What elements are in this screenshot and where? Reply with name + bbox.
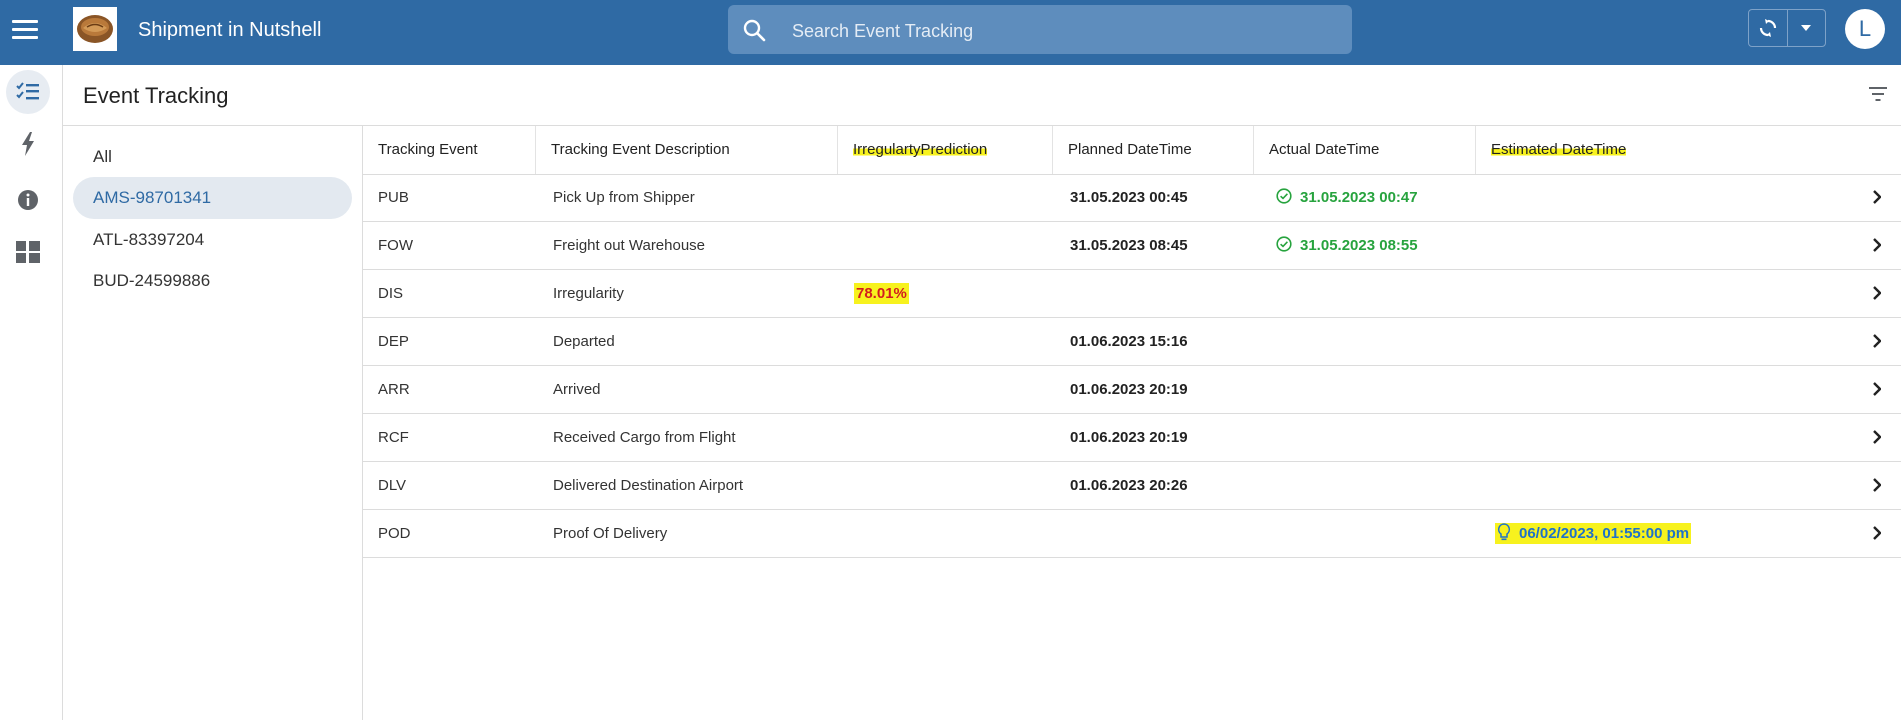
chevron-right-icon[interactable]	[1872, 382, 1882, 401]
event-description: Proof Of Delivery	[553, 525, 668, 542]
table-row[interactable]: DEP Departed 01.06.2023 15:16	[363, 318, 1901, 366]
actual-datetime: 31.05.2023 08:55	[1300, 237, 1418, 254]
top-app-bar: Shipment in Nutshell L	[0, 0, 1901, 65]
event-description: Arrived	[553, 381, 601, 398]
refresh-icon	[1759, 19, 1777, 37]
column-header-description[interactable]: Tracking Event Description	[536, 126, 838, 174]
search-bar[interactable]	[728, 5, 1352, 54]
chevron-right-icon[interactable]	[1872, 526, 1882, 545]
table-header: Tracking Event Tracking Event Descriptio…	[363, 126, 1901, 175]
actual-datetime-cell: 31.05.2023 08:55	[1276, 222, 1418, 269]
shipment-item-all[interactable]: All	[73, 136, 352, 178]
event-code: DLV	[378, 477, 407, 494]
table-row[interactable]: FOW Freight out Warehouse 31.05.2023 08:…	[363, 222, 1901, 270]
table-row[interactable]: ARR Arrived 01.06.2023 20:19	[363, 366, 1901, 414]
rail-item-info[interactable]	[6, 178, 50, 222]
rail-item-event-tracking[interactable]	[6, 70, 50, 114]
search-icon	[742, 18, 766, 47]
event-code: POD	[378, 525, 411, 542]
app-title: Shipment in Nutshell	[138, 19, 322, 41]
search-input[interactable]	[790, 17, 1334, 45]
column-header-actual-datetime[interactable]: Actual DateTime	[1254, 126, 1476, 174]
event-code: RCF	[378, 429, 409, 446]
shipment-item-atl-83397204[interactable]: ATL-83397204	[73, 219, 352, 261]
sync-button[interactable]	[1749, 10, 1788, 46]
chevron-right-icon[interactable]	[1872, 238, 1882, 257]
event-code: DEP	[378, 333, 409, 350]
shipment-list: All AMS-98701341 ATL-83397204 BUD-245998…	[63, 126, 363, 720]
table-row[interactable]: POD Proof Of Delivery 06/02/2023, 01:55:…	[363, 510, 1901, 558]
event-code: FOW	[378, 237, 413, 254]
app-logo	[73, 7, 117, 51]
actual-datetime: 31.05.2023 00:47	[1300, 189, 1418, 206]
event-description: Delivered Destination Airport	[553, 477, 744, 494]
table-row[interactable]: RCF Received Cargo from Flight 01.06.202…	[363, 414, 1901, 462]
chevron-right-icon[interactable]	[1872, 478, 1882, 497]
chevron-right-icon[interactable]	[1872, 286, 1882, 305]
event-description: Received Cargo from Flight	[553, 429, 736, 446]
actual-datetime-cell: 31.05.2023 00:47	[1276, 174, 1418, 221]
nav-rail	[0, 65, 63, 720]
estimated-highlight: 06/02/2023, 01:55:00 pm	[1495, 523, 1692, 544]
irregularity-prediction: 78.01%	[854, 270, 909, 317]
table-row[interactable]: DLV Delivered Destination Airport 01.06.…	[363, 462, 1901, 510]
event-description: Departed	[553, 333, 615, 350]
event-code: DIS	[378, 285, 404, 302]
prediction-value: 78.01%	[854, 283, 909, 304]
planned-datetime: 01.06.2023 15:16	[1070, 333, 1188, 350]
event-code: ARR	[378, 381, 410, 398]
column-header-planned-datetime[interactable]: Planned DateTime	[1053, 126, 1254, 174]
estimated-datetime: 06/02/2023, 01:55:00 pm	[1519, 525, 1690, 542]
sync-button-group	[1748, 9, 1826, 47]
event-description: Freight out Warehouse	[553, 237, 706, 254]
lightbulb-icon	[1497, 523, 1511, 541]
table-row[interactable]: DIS Irregularity 78.01%	[363, 270, 1901, 318]
check-circle-icon	[1276, 236, 1292, 252]
user-avatar[interactable]: L	[1845, 9, 1885, 49]
planned-datetime: 31.05.2023 00:45	[1070, 189, 1188, 206]
chevron-right-icon[interactable]	[1872, 190, 1882, 209]
page-title: Event Tracking	[83, 83, 229, 108]
event-description: Irregularity	[553, 285, 624, 302]
planned-datetime: 01.06.2023 20:19	[1070, 381, 1188, 398]
filter-icon[interactable]	[1869, 87, 1887, 106]
menu-icon[interactable]	[12, 20, 38, 40]
page-header: Event Tracking	[63, 65, 1901, 126]
shipment-item-ams-98701341[interactable]: AMS-98701341	[73, 177, 352, 219]
planned-datetime: 31.05.2023 08:45	[1070, 237, 1188, 254]
checklist-icon	[16, 82, 39, 100]
check-circle-icon	[1276, 188, 1292, 204]
shipment-item-bud-24599886[interactable]: BUD-24599886	[73, 260, 352, 302]
column-header-irregularity-prediction[interactable]: IrregulartyPrediction	[838, 126, 1053, 174]
planned-datetime: 01.06.2023 20:19	[1070, 429, 1188, 446]
rail-item-dashboard[interactable]	[6, 230, 50, 274]
bolt-icon	[22, 132, 34, 156]
caret-down-icon	[1801, 25, 1811, 31]
table-row[interactable]: PUB Pick Up from Shipper 31.05.2023 00:4…	[363, 174, 1901, 222]
sync-dropdown-button[interactable]	[1787, 10, 1825, 46]
info-icon	[18, 190, 38, 210]
estimated-datetime-cell: 06/02/2023, 01:55:00 pm	[1495, 510, 1692, 557]
event-code: PUB	[378, 189, 409, 206]
planned-datetime: 01.06.2023 20:26	[1070, 477, 1188, 494]
rail-item-actions[interactable]	[6, 122, 50, 166]
chevron-right-icon[interactable]	[1872, 430, 1882, 449]
event-description: Pick Up from Shipper	[553, 189, 695, 206]
column-header-estimated-datetime[interactable]: Estimated DateTime	[1476, 126, 1901, 174]
chevron-right-icon[interactable]	[1872, 334, 1882, 353]
column-header-tracking-event[interactable]: Tracking Event	[363, 126, 536, 174]
dashboard-icon	[16, 241, 40, 263]
